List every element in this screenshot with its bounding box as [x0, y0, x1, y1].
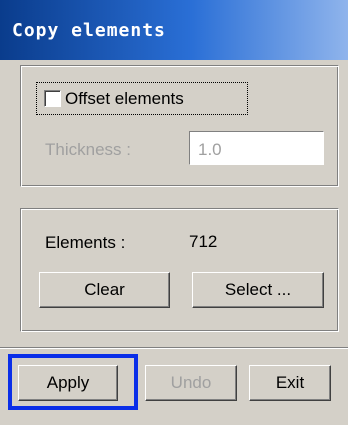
undo-button[interactable]: Undo	[145, 365, 237, 401]
dialog-panel: Offset elements Thickness : 1.0 Elements…	[0, 60, 348, 425]
clear-button[interactable]: Clear	[39, 272, 170, 308]
apply-highlight-box	[8, 354, 138, 410]
divider	[0, 347, 348, 349]
elements-group: Elements : 712 Clear Select ...	[20, 208, 339, 332]
offset-group: Offset elements Thickness : 1.0	[20, 65, 339, 187]
select-button[interactable]: Select ...	[192, 272, 324, 308]
thickness-label: Thickness :	[45, 140, 131, 159]
offset-elements-label: Offset elements	[65, 89, 184, 108]
exit-button[interactable]: Exit	[249, 365, 331, 401]
elements-label: Elements :	[45, 233, 126, 252]
checkbox-box[interactable]	[44, 90, 61, 107]
thickness-input[interactable]: 1.0	[189, 131, 324, 165]
offset-elements-checkbox[interactable]: Offset elements	[36, 82, 248, 115]
window-title: Copy elements	[12, 20, 166, 41]
title-bar: Copy elements	[0, 0, 348, 60]
elements-count: 712	[189, 232, 218, 251]
